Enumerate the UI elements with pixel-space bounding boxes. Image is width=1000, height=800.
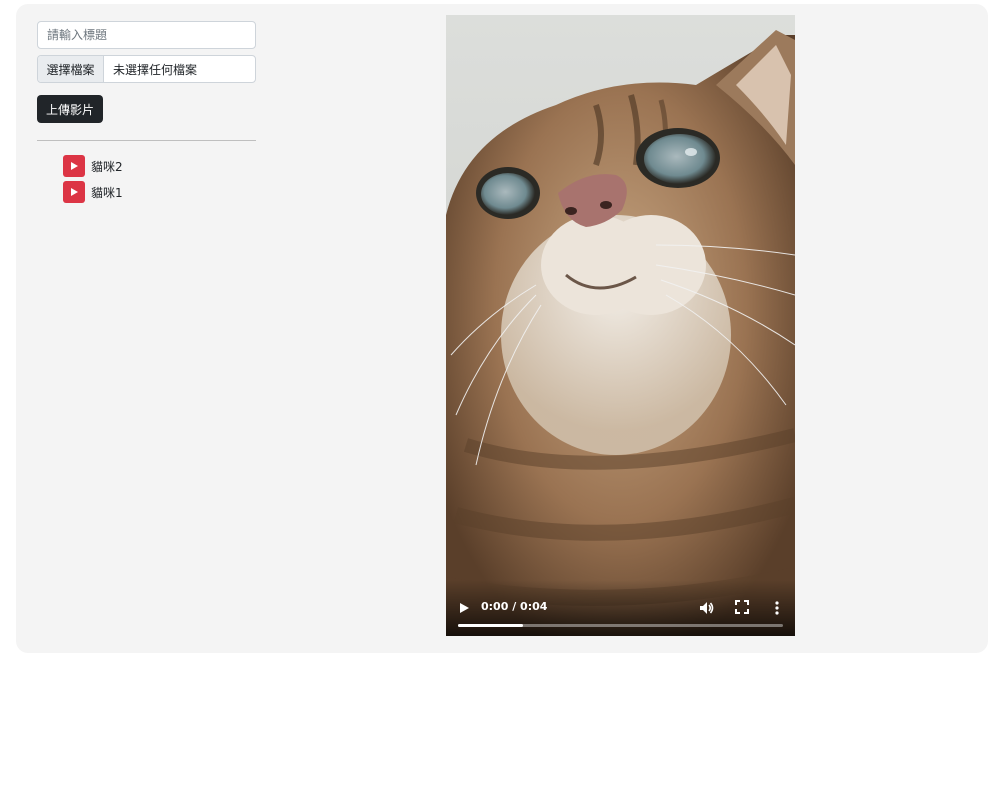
file-picker[interactable]: 選擇檔案 未選擇任何檔案 [37,55,256,83]
file-status-text: 未選擇任何檔案 [113,62,198,77]
more-vertical-icon[interactable] [772,600,782,616]
video-player[interactable]: 0:00 / 0:04 [446,15,795,636]
video-title[interactable]: 貓咪2 [91,158,123,175]
progress-bar[interactable] [458,624,783,627]
divider [37,140,256,141]
fullscreen-icon[interactable] [735,600,749,614]
video-list-item[interactable]: 貓咪2 [63,153,123,179]
video-list: 貓咪2 貓咪1 [63,153,123,205]
video-list-item[interactable]: 貓咪1 [63,179,123,205]
player-controls: 0:00 / 0:04 [446,580,795,636]
play-icon[interactable] [63,155,85,177]
main-panel: 選擇檔案 未選擇任何檔案 上傳影片 貓咪2 貓咪1 [16,4,988,653]
play-icon[interactable] [458,602,470,614]
cat-video-frame [446,15,795,636]
play-icon[interactable] [63,181,85,203]
video-title[interactable]: 貓咪1 [91,184,123,201]
volume-icon[interactable] [699,600,715,616]
time-display: 0:00 / 0:04 [481,600,548,613]
upload-video-button[interactable]: 上傳影片 [37,95,103,123]
progress-fill [458,624,523,627]
title-input[interactable] [37,21,256,49]
choose-file-button[interactable]: 選擇檔案 [38,56,104,82]
